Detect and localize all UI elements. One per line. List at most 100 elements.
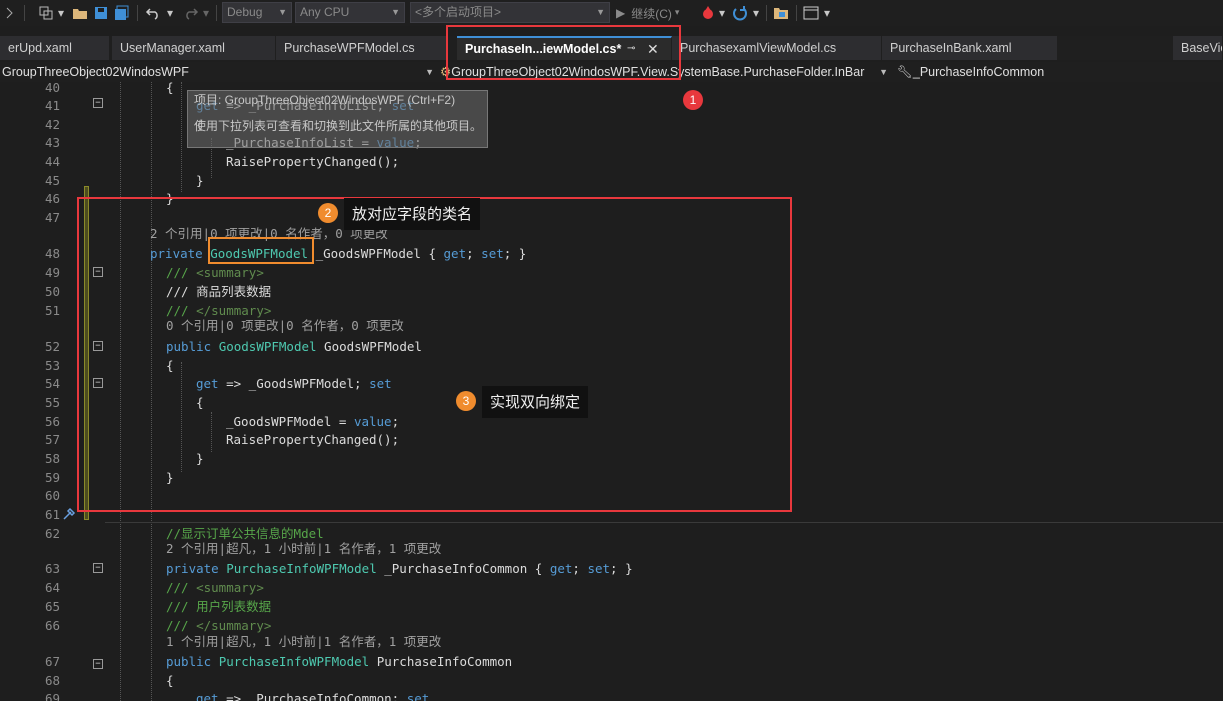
tooltip-title: 项目: GroupThreeObject02WindosWPF (Ctrl+F2…: [194, 93, 456, 107]
code-line[interactable]: /// <summary>: [166, 578, 264, 597]
line-separator: [105, 522, 1223, 523]
window-layout-icon[interactable]: [801, 3, 821, 23]
browse-folder-icon[interactable]: [771, 3, 791, 23]
line-number: 61: [44, 507, 60, 522]
tab-userupd-xaml[interactable]: erUpd.xaml: [0, 36, 110, 60]
line-number: 66: [44, 618, 60, 633]
chevron-down-icon[interactable]: ▾: [751, 3, 761, 23]
save-all-icon[interactable]: [113, 3, 131, 23]
chevron-down-icon[interactable]: ▾: [56, 3, 66, 23]
undo-icon[interactable]: [143, 3, 163, 23]
chevron-down-icon[interactable]: ▾: [717, 3, 727, 23]
line-number: 51: [44, 303, 60, 318]
codelens-info[interactable]: 1 个引用|超凡，1 小时前|1 名作者，1 项更改: [166, 633, 441, 651]
toolbar-separator: [766, 5, 767, 21]
line-number: 53: [44, 358, 60, 373]
code-line[interactable]: {: [166, 671, 174, 690]
line-number: 67: [44, 654, 60, 669]
line-number: 46: [44, 191, 60, 206]
line-number: 69: [44, 691, 60, 701]
hot-reload-icon[interactable]: [698, 3, 718, 23]
chevron-down-icon: ▼: [425, 67, 434, 77]
open-folder-icon[interactable]: [70, 3, 90, 23]
code-line[interactable]: {: [166, 82, 174, 97]
toolbar-separator: [796, 5, 797, 21]
toolbar-separator: [24, 5, 25, 21]
line-number: 58: [44, 451, 60, 466]
project-dropdown[interactable]: GroupThreeObject02WindosWPF ▼: [2, 62, 436, 82]
line-number: 54: [44, 376, 60, 391]
code-line[interactable]: RaisePropertyChanged();: [226, 152, 399, 171]
annotation-box-3: [77, 197, 792, 512]
chevron-down-icon[interactable]: ▾: [201, 3, 211, 23]
tab-usermanager-xaml[interactable]: UserManager.xaml: [112, 36, 276, 60]
platform-select[interactable]: Any CPU ▼: [295, 2, 405, 23]
line-number: 56: [44, 414, 60, 429]
startup-project-select[interactable]: <多个启动项目> ▼: [410, 2, 610, 23]
line-number: 60: [44, 488, 60, 503]
annotation-badge-3: 3: [456, 391, 476, 411]
toolbar-separator: [137, 5, 138, 21]
line-number: 45: [44, 173, 60, 188]
tab-purchasewpfmodel-cs[interactable]: PurchaseWPFModel.cs: [276, 36, 448, 60]
annotation-callout-3: 实现双向绑定: [482, 386, 589, 418]
tooltip-description: 使用下拉列表可查看和切换到此文件所属的其他项目。: [194, 119, 483, 133]
collapse-icon[interactable]: −: [93, 563, 103, 573]
code-line[interactable]: public PurchaseInfoWPFModel PurchaseInfo…: [166, 652, 512, 671]
redo-icon[interactable]: [181, 3, 201, 23]
line-number: 59: [44, 470, 60, 485]
play-icon: ▶: [616, 6, 626, 20]
tab-purchaseinbank-xaml[interactable]: PurchaseInBank.xaml: [882, 36, 1058, 60]
line-number: 65: [44, 599, 60, 614]
tab-purchasexamlviewmodel-cs[interactable]: PurchasexamlViewModel.cs: [672, 36, 882, 60]
chevron-down-icon: ▾: [674, 8, 680, 18]
wrench-icon: 🔧︎: [897, 65, 913, 79]
collapse-icon[interactable]: −: [93, 98, 103, 108]
line-number: 50: [44, 284, 60, 299]
quick-action-icon[interactable]: [62, 506, 76, 525]
annotation-box-2: [208, 237, 314, 264]
chevron-down-icon: ▼: [879, 67, 888, 77]
chevron-down-icon[interactable]: ▾: [165, 3, 175, 23]
code-line[interactable]: /// 用户列表数据: [166, 597, 271, 616]
chevron-down-icon: ▼: [596, 7, 605, 17]
annotation-badge-2: 2: [318, 203, 338, 223]
annotation-box-1: [446, 25, 681, 80]
code-line[interactable]: get => _PurchaseInfoCommon; set: [196, 689, 429, 701]
member-dropdown[interactable]: 🔧︎_PurchaseInfoCommon: [897, 62, 1223, 82]
configuration-select[interactable]: Debug ▼: [222, 2, 292, 23]
line-number: 48: [44, 246, 60, 261]
line-number: 55: [44, 395, 60, 410]
restart-icon[interactable]: [730, 3, 750, 23]
toolbar-separator: [216, 5, 217, 21]
toolbar-options-icon[interactable]: ▾: [822, 3, 832, 23]
tab-baseview[interactable]: BaseVie: [1173, 36, 1223, 60]
line-number: 52: [44, 339, 60, 354]
line-number: 68: [44, 673, 60, 688]
line-number: 47: [44, 210, 60, 225]
overflow-icon[interactable]: [4, 3, 18, 23]
line-number: 44: [44, 154, 60, 169]
codelens-info[interactable]: 2 个引用|超凡，1 小时前|1 名作者，1 项更改: [166, 540, 441, 558]
indent-guide: [181, 82, 182, 192]
line-number: 49: [44, 265, 60, 280]
annotation-callout-2: 放对应字段的类名: [344, 198, 481, 230]
save-icon[interactable]: [92, 3, 110, 23]
chevron-down-icon: ▼: [278, 7, 287, 17]
line-number: 57: [44, 432, 60, 447]
line-number: 42: [44, 117, 60, 132]
line-number: 43: [44, 135, 60, 150]
line-number: 41: [44, 98, 60, 113]
line-number: 40: [44, 82, 60, 95]
continue-button[interactable]: ▶ 继续(C) ▾: [616, 3, 696, 23]
annotation-badge-1: 1: [683, 90, 703, 110]
toolbar: ▾ ▾ ▾ Debug ▼ Any CPU ▼ <多个启动项目> ▼ ▶ 继续(C) …: [0, 0, 1223, 26]
line-number: 62: [44, 526, 60, 541]
collapse-icon[interactable]: −: [93, 659, 103, 669]
code-line[interactable]: }: [196, 171, 204, 190]
line-number: 64: [44, 580, 60, 595]
code-line[interactable]: private PurchaseInfoWPFModel _PurchaseIn…: [166, 559, 633, 578]
solution-explorer-icon[interactable]: [36, 3, 56, 23]
chevron-down-icon: ▼: [391, 7, 400, 17]
line-number: 63: [44, 561, 60, 576]
